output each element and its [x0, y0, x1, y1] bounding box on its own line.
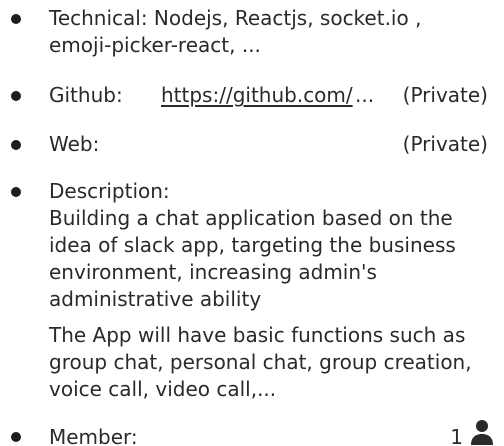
description-p1-line: environment, increasing admin's	[49, 260, 377, 284]
description-p1-line: idea of slack app, targeting the busines…	[49, 233, 456, 257]
description-p2-line: The App will have basic functions such a…	[49, 323, 466, 347]
description-paragraph-2: The App will have basic functions such a…	[49, 322, 494, 403]
technical-line-1: Technical: Nodejs, Reactjs, socket.io ,	[49, 6, 422, 30]
description-p2-line: group chat, personal chat, group creatio…	[49, 350, 472, 374]
technical-line-2: emoji-picker-react, ...	[49, 33, 261, 57]
github-link[interactable]: https://github.com/	[161, 82, 353, 109]
member-count: 1	[450, 425, 463, 446]
web-status: (Private)	[402, 132, 488, 156]
description-paragraph-1: Building a chat application based on the…	[49, 205, 494, 313]
github-status: (Private)	[402, 83, 488, 107]
bullet	[11, 140, 21, 150]
description-p1-line: administrative ability	[49, 287, 262, 311]
member-label: Member:	[49, 425, 138, 446]
bullet	[11, 187, 21, 197]
bullet	[11, 91, 21, 101]
description-p1-line: Building a chat application based on the	[49, 206, 453, 230]
bullet	[11, 14, 21, 24]
bullet	[11, 432, 21, 442]
description-p2-line: voice call, video call,...	[49, 377, 277, 401]
github-link-ellipsis: ...	[355, 83, 375, 107]
person-icon	[471, 420, 493, 445]
description-label: Description:	[49, 179, 170, 203]
